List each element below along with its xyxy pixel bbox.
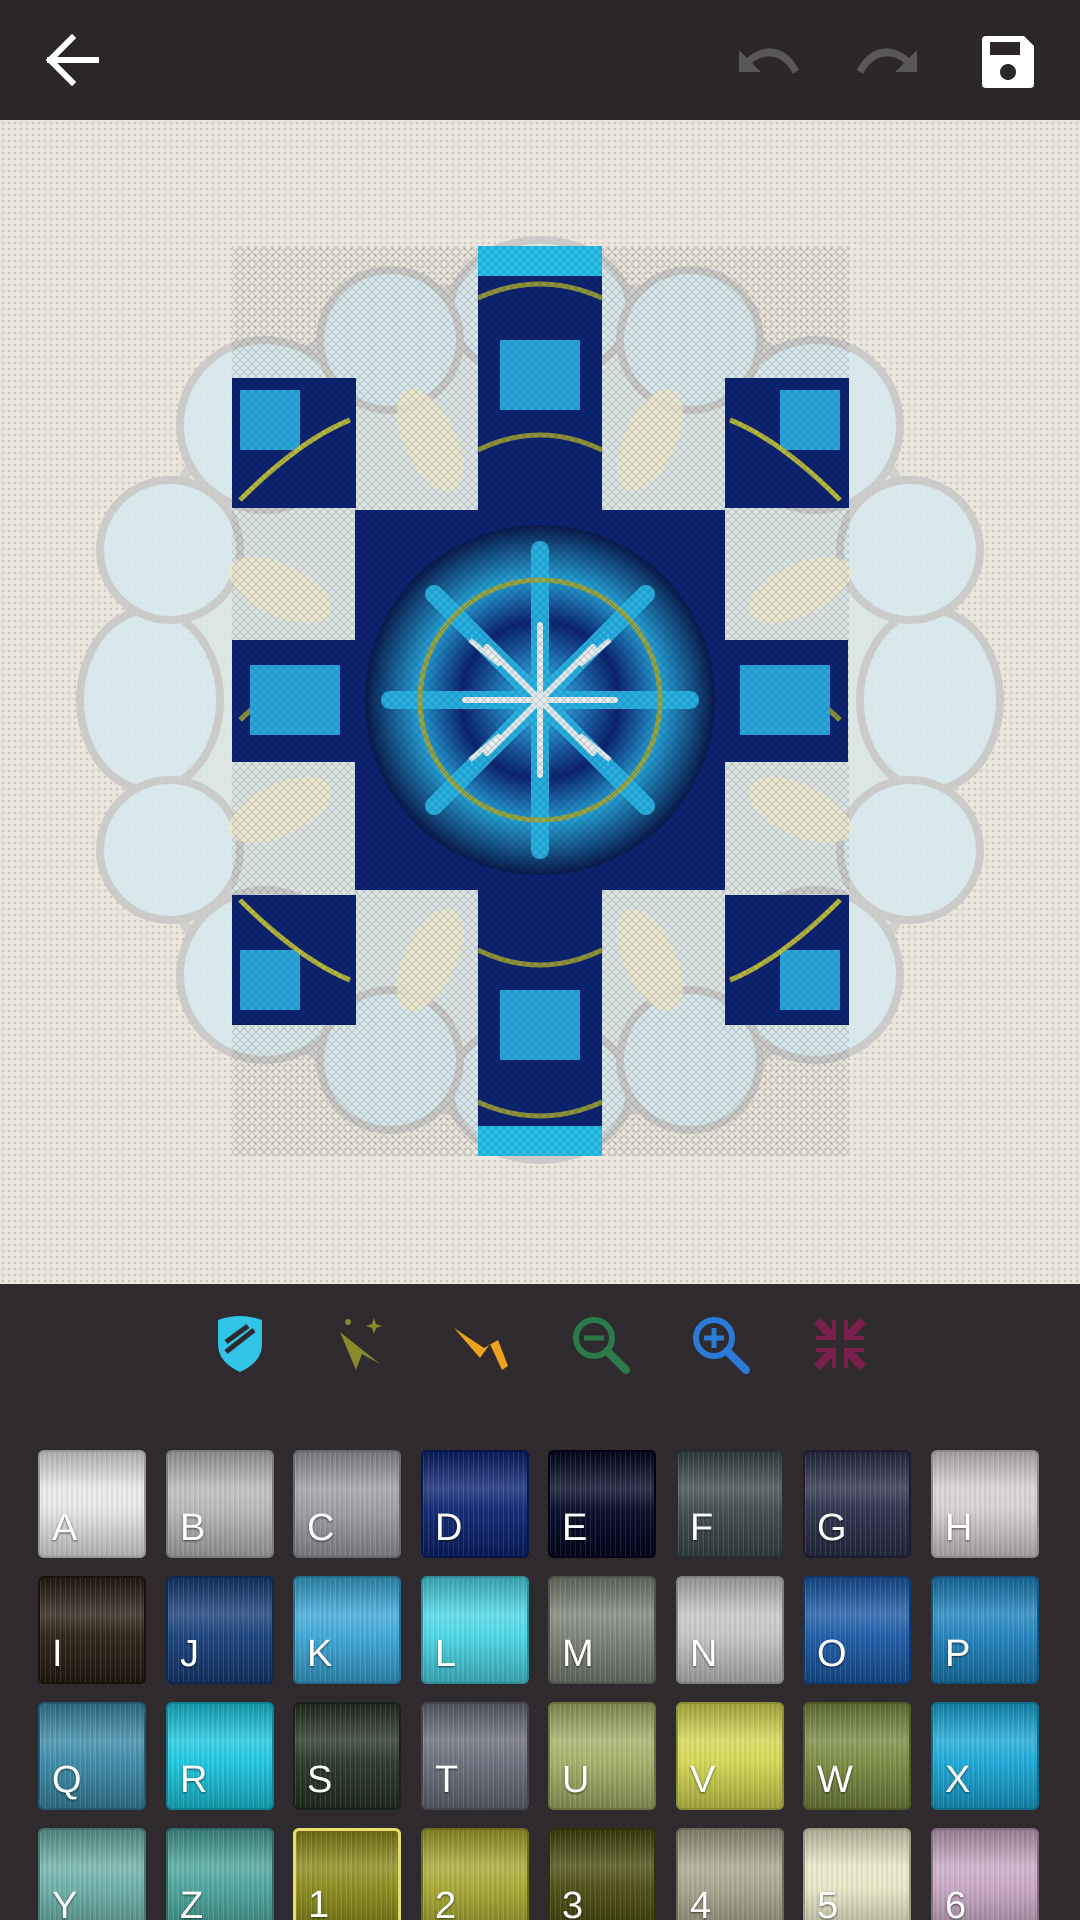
swatch-i[interactable]: I — [38, 1576, 146, 1684]
redo-button[interactable] — [848, 26, 928, 94]
swatch-label: U — [562, 1759, 590, 1801]
swatch-label: 5 — [817, 1885, 839, 1920]
swatch-n[interactable]: N — [676, 1576, 784, 1684]
floppy-disk-icon — [982, 36, 1034, 88]
swatch-label: G — [817, 1507, 847, 1549]
thread-palette: A B C D E F G H I J K L M N O P Q R S T U V W X Y Z 1 2 3 4 5 6 — [0, 1404, 1080, 1920]
swatch-label: L — [435, 1633, 457, 1675]
swatch-q[interactable]: Q — [38, 1702, 146, 1810]
magic-wand-icon — [340, 1318, 382, 1370]
swatch-o[interactable]: O — [803, 1576, 911, 1684]
swatch-label: 6 — [945, 1885, 967, 1920]
swatch-label: I — [52, 1633, 63, 1675]
swatch-3[interactable]: 3 — [548, 1828, 656, 1920]
swatch-label: Y — [52, 1885, 78, 1920]
swatch-label: Q — [52, 1759, 82, 1801]
swatch-label: K — [307, 1633, 333, 1675]
swatch-b[interactable]: B — [166, 1450, 274, 1558]
swatch-label: X — [945, 1759, 971, 1801]
swatch-label: 3 — [562, 1885, 584, 1920]
swatch-label: F — [690, 1507, 714, 1549]
swatch-v[interactable]: V — [676, 1702, 784, 1810]
swatch-f[interactable]: F — [676, 1450, 784, 1558]
swatch-t[interactable]: T — [421, 1702, 529, 1810]
swatch-label: B — [180, 1507, 206, 1549]
swatch-z[interactable]: Z — [166, 1828, 274, 1920]
magic-wand-tool-button[interactable] — [328, 1312, 392, 1376]
swatch-label: 1 — [308, 1884, 330, 1920]
swatch-label: 2 — [435, 1885, 457, 1920]
swatch-c[interactable]: C — [293, 1450, 401, 1558]
swatch-r[interactable]: R — [166, 1702, 274, 1810]
swatch-w[interactable]: W — [803, 1702, 911, 1810]
picker-icon — [454, 1328, 508, 1370]
swatch-label: T — [435, 1759, 459, 1801]
swatch-p[interactable]: P — [931, 1576, 1039, 1684]
picker-tool-button[interactable] — [448, 1312, 512, 1376]
swatch-4[interactable]: 4 — [676, 1828, 784, 1920]
tool-row — [0, 1284, 1080, 1404]
swatch-u[interactable]: U — [548, 1702, 656, 1810]
swatch-s[interactable]: S — [293, 1702, 401, 1810]
stitched-region — [232, 246, 849, 1156]
swatch-e[interactable]: E — [548, 1450, 656, 1558]
fit-screen-icon — [814, 1318, 866, 1370]
zoom-in-icon — [693, 1317, 750, 1374]
swatch-label: E — [562, 1507, 588, 1549]
swatch-g[interactable]: G — [803, 1450, 911, 1558]
swatch-label: Z — [180, 1885, 204, 1920]
swatch-1[interactable]: 1 — [293, 1828, 401, 1920]
swatch-label: V — [690, 1759, 716, 1801]
zoom-in-button[interactable] — [688, 1312, 752, 1376]
swatch-label: W — [817, 1759, 853, 1801]
swatch-label: C — [307, 1507, 335, 1549]
swatch-m[interactable]: M — [548, 1576, 656, 1684]
swatch-label: D — [435, 1507, 463, 1549]
swatch-j[interactable]: J — [166, 1576, 274, 1684]
swatch-h[interactable]: H — [931, 1450, 1039, 1558]
swatch-2[interactable]: 2 — [421, 1828, 529, 1920]
swatch-label: R — [180, 1759, 208, 1801]
zoom-out-button[interactable] — [568, 1312, 632, 1376]
swatch-label: N — [690, 1633, 718, 1675]
back-button[interactable] — [36, 26, 108, 94]
redo-icon — [857, 48, 917, 74]
zoom-out-icon — [573, 1317, 630, 1374]
swatch-x[interactable]: X — [931, 1702, 1039, 1810]
undo-icon — [739, 48, 799, 74]
swatch-k[interactable]: K — [293, 1576, 401, 1684]
shield-tool-button[interactable] — [208, 1312, 272, 1376]
swatch-label: J — [180, 1633, 199, 1675]
mandala-artwork — [76, 236, 1004, 1164]
shield-icon — [218, 1316, 262, 1372]
swatch-y[interactable]: Y — [38, 1828, 146, 1920]
swatch-l[interactable]: L — [421, 1576, 529, 1684]
swatch-d[interactable]: D — [421, 1450, 529, 1558]
swatch-label: P — [945, 1633, 971, 1675]
swatch-label: M — [562, 1633, 594, 1675]
stitch-canvas[interactable] — [0, 120, 1080, 1284]
save-button[interactable] — [972, 26, 1044, 98]
top-app-bar — [0, 0, 1080, 120]
fit-screen-button[interactable] — [808, 1312, 872, 1376]
swatch-label: O — [817, 1633, 847, 1675]
swatch-a[interactable]: A — [38, 1450, 146, 1558]
swatch-5[interactable]: 5 — [803, 1828, 911, 1920]
swatch-label: A — [52, 1507, 78, 1549]
palette-panel: A B C D E F G H I J K L M N O P Q R S T U V W X Y Z 1 2 3 4 5 6 — [0, 1284, 1080, 1920]
swatch-label: S — [307, 1759, 333, 1801]
swatch-label: 4 — [690, 1885, 712, 1920]
swatch-label: H — [945, 1507, 973, 1549]
undo-button[interactable] — [728, 26, 808, 94]
swatch-6[interactable]: 6 — [931, 1828, 1039, 1920]
arrow-left-icon — [45, 34, 99, 86]
